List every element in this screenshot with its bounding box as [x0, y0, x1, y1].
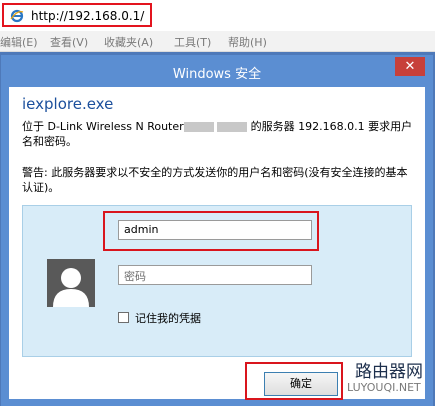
ok-button[interactable]: 确定 — [264, 372, 338, 396]
remember-checkbox[interactable] — [118, 312, 129, 323]
menu-edit[interactable]: 编辑(E) — [0, 34, 38, 50]
credential-panel: admin 密码 记住我的凭据 — [22, 205, 412, 357]
dialog-title: Windows 安全 — [172, 67, 262, 82]
menu-help[interactable]: 帮助(H) — [228, 34, 267, 50]
dialog-content: iexplore.exe 位于 D-Link Wireless N Router… — [9, 87, 425, 400]
menu-tools[interactable]: 工具(T) — [174, 34, 211, 50]
watermark: 路由器网 LUYOUQI.NET — [335, 355, 433, 403]
ie-logo-icon — [10, 9, 24, 23]
password-field[interactable]: 密码 — [118, 265, 312, 285]
redacted-block — [183, 122, 214, 132]
watermark-url: LUYOUQI.NET — [347, 381, 421, 394]
warning-text: 警告: 此服务器要求以不安全的方式发送你的用户名和密码(没有安全连接的基本认证)… — [22, 166, 408, 194]
description: 位于 D-Link Wireless N Router 的服务器 192.168… — [22, 119, 417, 149]
redacted-block — [217, 122, 248, 132]
remember-label: 记住我的凭据 — [135, 312, 201, 325]
close-button[interactable]: ✕ — [395, 57, 425, 76]
url-text: http://192.168.0.1/ — [31, 9, 145, 23]
watermark-title: 路由器网 — [355, 362, 423, 382]
security-dialog: Windows 安全 ✕ iexplore.exe 位于 D-Link Wire… — [1, 55, 433, 406]
menu-favorites[interactable]: 收藏夹(A) — [104, 34, 153, 50]
dialog-titlebar: Windows 安全 ✕ — [1, 55, 433, 87]
address-bar: http://192.168.0.1/ — [0, 0, 435, 32]
description-prefix: 位于 D-Link Wireless N Router — [22, 120, 184, 133]
user-avatar-icon — [47, 259, 95, 307]
url-input[interactable]: http://192.168.0.1/ — [2, 3, 152, 27]
menu-view[interactable]: 查看(V) — [50, 34, 88, 50]
app-name: iexplore.exe — [22, 95, 114, 113]
menu-bar: 编辑(E) 查看(V) 收藏夹(A) 工具(T) 帮助(H) — [0, 31, 435, 52]
username-field[interactable]: admin — [118, 220, 312, 240]
